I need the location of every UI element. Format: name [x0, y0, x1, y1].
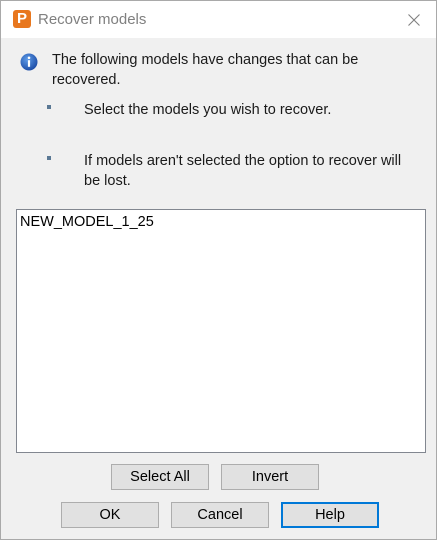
model-list[interactable]: NEW_MODEL_1_25 — [16, 209, 426, 453]
close-icon — [408, 14, 420, 26]
close-button[interactable] — [401, 8, 427, 32]
app-logo-icon: P — [13, 10, 31, 28]
invert-button[interactable]: Invert — [221, 464, 319, 490]
message-text-line-1: The following models have changes that c… — [52, 52, 359, 68]
instruction-select-models: Select the models you wish to recover. — [84, 102, 332, 118]
recover-models-dialog: P Recover models The following models ha… — [0, 0, 437, 540]
ok-button[interactable]: OK — [61, 502, 159, 528]
info-icon — [20, 53, 38, 71]
title-bar[interactable]: P Recover models — [1, 1, 436, 38]
help-button[interactable]: Help — [281, 502, 379, 528]
message-text-line-2: recovered. — [52, 72, 121, 88]
list-item-new-model-1-25[interactable]: NEW_MODEL_1_25 — [20, 214, 154, 230]
bullet-marker — [47, 105, 51, 109]
warning-text-line-2: be lost. — [84, 173, 131, 189]
select-all-button[interactable]: Select All — [111, 464, 209, 490]
window-title: Recover models — [38, 11, 147, 28]
cancel-button[interactable]: Cancel — [171, 502, 269, 528]
warning-text-line-1: If models aren't selected the option to … — [84, 153, 402, 169]
bullet-marker — [47, 156, 51, 160]
